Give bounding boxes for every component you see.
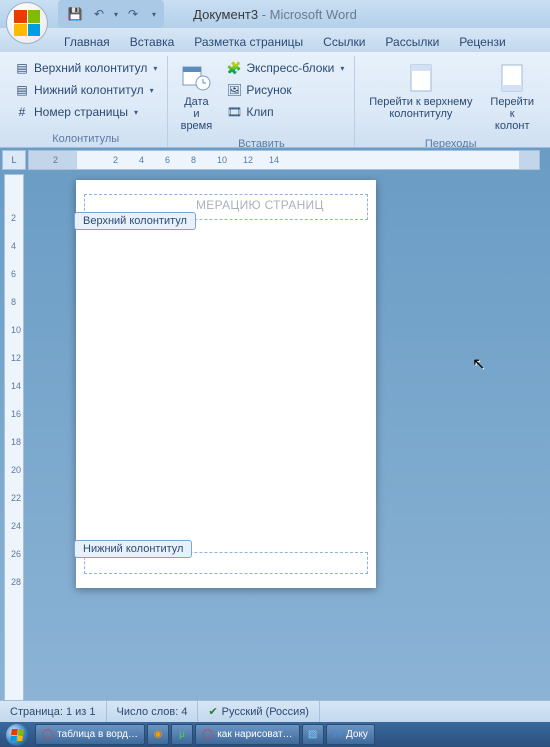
page-number-icon: # — [14, 104, 30, 120]
app-name: Microsoft Word — [270, 7, 357, 22]
status-language[interactable]: ✔ Русский (Россия) — [198, 701, 320, 722]
taskbar: ◯таблица в ворд… ◉ μ ◯как нарисоват… ▧ W… — [0, 722, 550, 747]
status-page[interactable]: Страница: 1 из 1 — [0, 701, 107, 722]
ruler-tick: 12 — [243, 155, 253, 165]
redo-icon[interactable]: ↷ — [124, 5, 142, 23]
goto-header-icon — [405, 62, 437, 94]
taskbar-item[interactable]: ◯как нарисоват… — [195, 724, 300, 745]
date-time-icon — [180, 62, 212, 94]
office-button[interactable] — [6, 2, 48, 44]
group-navigation: Перейти к верхнему колонтитулу Перейти к… — [355, 56, 546, 147]
taskbar-item[interactable]: ◯таблица в ворд… — [35, 724, 145, 745]
tab-page-layout[interactable]: Разметка страницы — [184, 31, 313, 52]
footer-button[interactable]: ▤Нижний колонтитул — [10, 80, 161, 100]
ruler-tick: 14 — [11, 381, 21, 391]
tab-references[interactable]: Ссылки — [313, 31, 375, 52]
ruler-corner[interactable]: L — [2, 150, 26, 170]
tab-review[interactable]: Рецензи — [449, 31, 515, 52]
ruler-tick: 2 — [113, 155, 118, 165]
qat-customize-icon[interactable]: ▾ — [152, 10, 156, 19]
ruler-tick: 6 — [11, 269, 16, 279]
header-icon: ▤ — [14, 60, 30, 76]
header-button[interactable]: ▤Верхний колонтитул — [10, 58, 161, 78]
ruler-tick: 8 — [191, 155, 196, 165]
proofing-icon: ✔ — [208, 705, 217, 718]
ruler-tick: 10 — [11, 325, 21, 335]
tab-insert[interactable]: Вставка — [120, 31, 185, 52]
office-logo-icon — [14, 10, 40, 36]
footer-icon: ▤ — [14, 82, 30, 98]
tab-home[interactable]: Главная — [54, 31, 120, 52]
start-orb-icon — [6, 724, 28, 746]
quick-parts-button[interactable]: 🧩Экспресс-блоки — [222, 58, 348, 78]
ruler-tick: 26 — [11, 549, 21, 559]
utorrent-icon: μ — [179, 729, 185, 740]
ruler-tick: 8 — [11, 297, 16, 307]
taskbar-item[interactable]: ▧ — [302, 724, 324, 745]
quick-access-toolbar: 💾 ↶ ▾ ↷ ▾ — [58, 0, 164, 28]
ribbon: ▤Верхний колонтитул ▤Нижний колонтитул #… — [0, 52, 550, 148]
ruler-tick: 28 — [11, 577, 21, 587]
quick-parts-icon: 🧩 — [226, 60, 242, 76]
goto-header-button[interactable]: Перейти к верхнему колонтитулу — [361, 58, 480, 124]
date-time-button[interactable]: Дата и время — [174, 58, 218, 136]
clip-icon: 🎞 — [226, 104, 242, 120]
app-icon: ▧ — [308, 729, 317, 740]
undo-icon[interactable]: ↶ — [90, 5, 108, 23]
picture-button[interactable]: 🖼Рисунок — [222, 80, 348, 100]
tab-mailings[interactable]: Рассылки — [375, 31, 449, 52]
ruler-tick: 10 — [217, 155, 227, 165]
ruler-tick: 14 — [269, 155, 279, 165]
ruler-tick: 4 — [11, 241, 16, 251]
word-icon: W — [333, 729, 342, 740]
group-insert: Дата и время 🧩Экспресс-блоки 🖼Рисунок 🎞К… — [168, 56, 355, 147]
status-word-count[interactable]: Число слов: 4 — [107, 701, 199, 722]
footer-tab-label[interactable]: Нижний колонтитул — [74, 540, 192, 558]
title-bar: 💾 ↶ ▾ ↷ ▾ Документ3 - Microsoft Word — [0, 0, 550, 28]
clip-button[interactable]: 🎞Клип — [222, 102, 348, 122]
group-label: Колонтитулы — [10, 131, 161, 147]
ruler-tick: 2 — [11, 213, 16, 223]
goto-footer-button[interactable]: Перейти кколонт — [484, 58, 540, 136]
workspace: L 2 2 4 6 8 10 12 14 2 4 6 8 10 12 14 16… — [0, 148, 550, 722]
ruler-tick: 12 — [11, 353, 21, 363]
picture-icon: 🖼 — [226, 82, 242, 98]
page[interactable]: МЕРАЦИЮ СТРАНИЦ Верхний колонтитул Нижни… — [76, 180, 376, 588]
taskbar-item[interactable]: ◉ — [147, 724, 169, 745]
ruler-tick: 6 — [165, 155, 170, 165]
ruler-tick: 4 — [139, 155, 144, 165]
group-headers-footers: ▤Верхний колонтитул ▤Нижний колонтитул #… — [4, 56, 168, 147]
taskbar-item[interactable]: μ — [171, 724, 193, 745]
header-tab-label[interactable]: Верхний колонтитул — [74, 212, 196, 230]
taskbar-item[interactable]: WДоку — [326, 724, 375, 745]
opera-icon: ◯ — [202, 729, 213, 740]
document-name: Документ3 — [193, 7, 258, 22]
start-button[interactable] — [0, 722, 34, 747]
status-bar: Страница: 1 из 1 Число слов: 4 ✔ Русский… — [0, 700, 550, 722]
save-icon[interactable]: 💾 — [66, 5, 84, 23]
vertical-ruler[interactable]: 2 4 6 8 10 12 14 16 18 20 22 24 26 28 — [4, 174, 24, 712]
ruler-tick: 24 — [11, 521, 21, 531]
header-content-text[interactable]: МЕРАЦИЮ СТРАНИЦ — [196, 198, 324, 212]
ruler-tick: 20 — [11, 465, 21, 475]
ruler-tick: 2 — [53, 155, 58, 165]
ruler-tick: 22 — [11, 493, 21, 503]
document-area[interactable]: МЕРАЦИЮ СТРАНИЦ Верхний колонтитул Нижни… — [28, 174, 550, 722]
undo-dropdown-icon[interactable]: ▾ — [114, 10, 118, 19]
mouse-cursor-icon: ↖ — [472, 354, 485, 374]
ruler-tick: 16 — [11, 409, 21, 419]
goto-footer-icon — [496, 62, 528, 94]
ribbon-tabs: Главная Вставка Разметка страницы Ссылки… — [0, 28, 550, 52]
horizontal-ruler[interactable]: 2 2 4 6 8 10 12 14 — [28, 150, 540, 170]
firefox-icon: ◉ — [154, 729, 163, 740]
ruler-tick: 18 — [11, 437, 21, 447]
opera-icon: ◯ — [42, 729, 53, 740]
page-number-button[interactable]: #Номер страницы — [10, 102, 161, 122]
